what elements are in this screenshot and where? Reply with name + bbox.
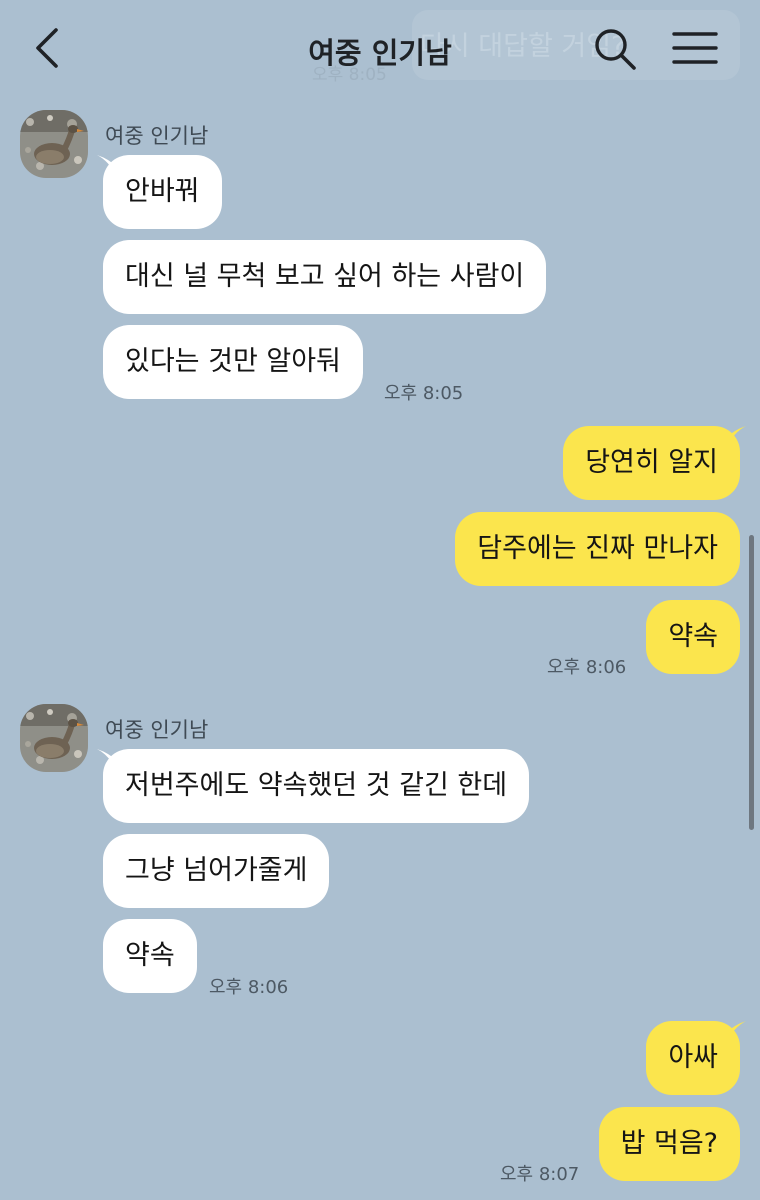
search-icon[interactable] <box>592 26 638 72</box>
sender-name: 여중 인기남 <box>105 124 209 148</box>
message-bubble-incoming[interactable]: 안바꿔 <box>103 155 222 229</box>
message-timestamp: 오후 8:07 <box>500 1164 580 1185</box>
message-bubble-incoming[interactable]: 대신 널 무척 보고 싶어 하는 사람이 <box>103 240 547 314</box>
message-bubble-outgoing[interactable]: 밥 먹음? <box>598 1107 740 1181</box>
message-bubble-incoming[interactable]: 있다는 것만 알아둬 <box>103 325 363 399</box>
chat-header: 다시 대답할 거임? 오후 8:05 여중 인기남 <box>0 0 760 100</box>
sender-name: 여중 인기남 <box>105 718 209 742</box>
message-bubble-outgoing[interactable]: 아싸 <box>646 1021 740 1095</box>
message-bubble-incoming[interactable]: 그냥 넘어가줄게 <box>103 834 330 908</box>
message-bubble-outgoing[interactable]: 담주에는 진짜 만나자 <box>455 512 740 586</box>
goose-photo-icon <box>20 704 88 772</box>
hamburger-menu-icon[interactable] <box>672 30 718 66</box>
chat-screen: 다시 대답할 거임? 오후 8:05 여중 인기남 여중 인기남 안바꿔 대신 … <box>0 0 760 1200</box>
message-bubble-incoming[interactable]: 약속 <box>103 919 197 993</box>
message-bubble-outgoing[interactable]: 약속 <box>646 600 740 674</box>
goose-photo-icon <box>20 110 88 178</box>
message-timestamp: 오후 8:05 <box>384 383 464 404</box>
message-bubble-outgoing[interactable]: 당연히 알지 <box>563 426 740 500</box>
message-timestamp: 오후 8:06 <box>209 977 289 998</box>
avatar-goose[interactable] <box>20 704 88 772</box>
message-timestamp: 오후 8:06 <box>547 657 627 678</box>
avatar-goose[interactable] <box>20 110 88 178</box>
chat-title: 여중 인기남 <box>308 36 452 70</box>
scrollbar[interactable] <box>749 535 754 830</box>
message-bubble-incoming[interactable]: 저번주에도 약속했던 것 같긴 한데 <box>103 749 530 823</box>
